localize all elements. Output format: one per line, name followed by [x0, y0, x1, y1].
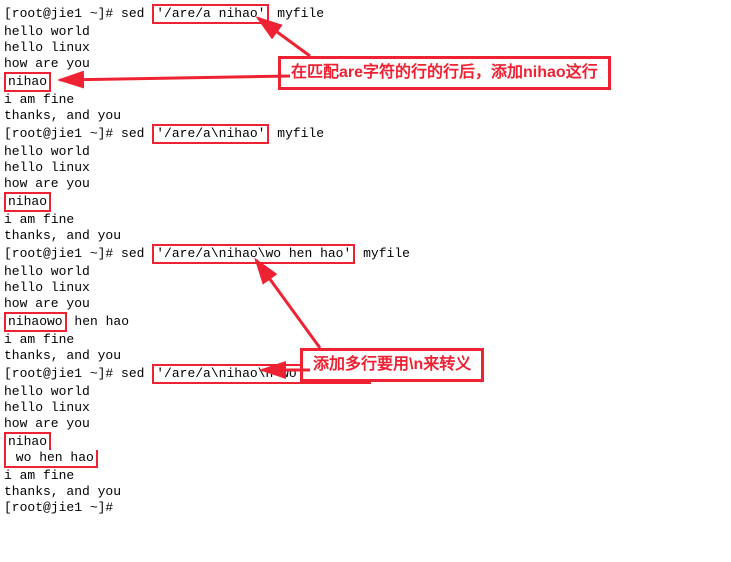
file: myfile: [363, 246, 410, 261]
output-line: nihaowo hen hao: [4, 312, 727, 332]
cmd-line-2: [root@jie1 ~]# sed '/are/a\nihao' myfile: [4, 124, 727, 144]
output-line: how are you: [4, 416, 727, 432]
annotation-1: 在匹配are字符的行的行后，添加nihao这行: [278, 56, 611, 90]
output-line: hello world: [4, 24, 727, 40]
file: myfile: [277, 126, 324, 141]
file: myfile: [277, 6, 324, 21]
output-line: how are you: [4, 296, 727, 312]
output-line: thanks, and you: [4, 108, 727, 124]
output-line: hello linux: [4, 40, 727, 56]
output-line: i am fine: [4, 332, 727, 348]
output-line: nihao: [4, 432, 727, 450]
output-line: i am fine: [4, 468, 727, 484]
cmd-line-1: [root@jie1 ~]# sed '/are/a nihao' myfile: [4, 4, 727, 24]
cmd-line-3: [root@jie1 ~]# sed '/are/a\nihao\wo hen …: [4, 244, 727, 264]
output-line: nihao: [4, 192, 727, 212]
prompt: [root@jie1 ~]#: [4, 366, 113, 381]
cmd: sed: [121, 6, 144, 21]
nihao-box-4a: nihao: [4, 432, 51, 450]
arg-box-3: '/are/a\nihao\wo hen hao': [152, 244, 355, 264]
prompt: [root@jie1 ~]#: [4, 126, 113, 141]
output-line: hello linux: [4, 280, 727, 296]
output-line: wo hen hao: [4, 450, 727, 468]
output-line: thanks, and you: [4, 484, 727, 500]
nihaowo-box: nihaowo: [4, 312, 67, 332]
prompt-line[interactable]: [root@jie1 ~]#: [4, 500, 727, 516]
prompt: [root@jie1 ~]#: [4, 6, 113, 21]
output-line: hello linux: [4, 160, 727, 176]
cmd: sed: [121, 246, 144, 261]
prompt: [root@jie1 ~]#: [4, 500, 113, 515]
output-line: i am fine: [4, 212, 727, 228]
output-line: hello world: [4, 144, 727, 160]
nihao-box-2: nihao: [4, 192, 51, 212]
output-line: thanks, and you: [4, 228, 727, 244]
output-text: hen hao: [67, 314, 129, 329]
annotation-2: 添加多行要用\n来转义: [300, 348, 484, 382]
output-line: hello world: [4, 384, 727, 400]
cmd: sed: [121, 126, 144, 141]
output-line: how are you: [4, 176, 727, 192]
prompt: [root@jie1 ~]#: [4, 246, 113, 261]
nihao-box-4b: wo hen hao: [4, 450, 98, 468]
output-line: hello linux: [4, 400, 727, 416]
output-line: i am fine: [4, 92, 727, 108]
nihao-box-1: nihao: [4, 72, 51, 92]
output-line: hello world: [4, 264, 727, 280]
cmd: sed: [121, 366, 144, 381]
arg-box-1: '/are/a nihao': [152, 4, 269, 24]
arg-box-2: '/are/a\nihao': [152, 124, 269, 144]
